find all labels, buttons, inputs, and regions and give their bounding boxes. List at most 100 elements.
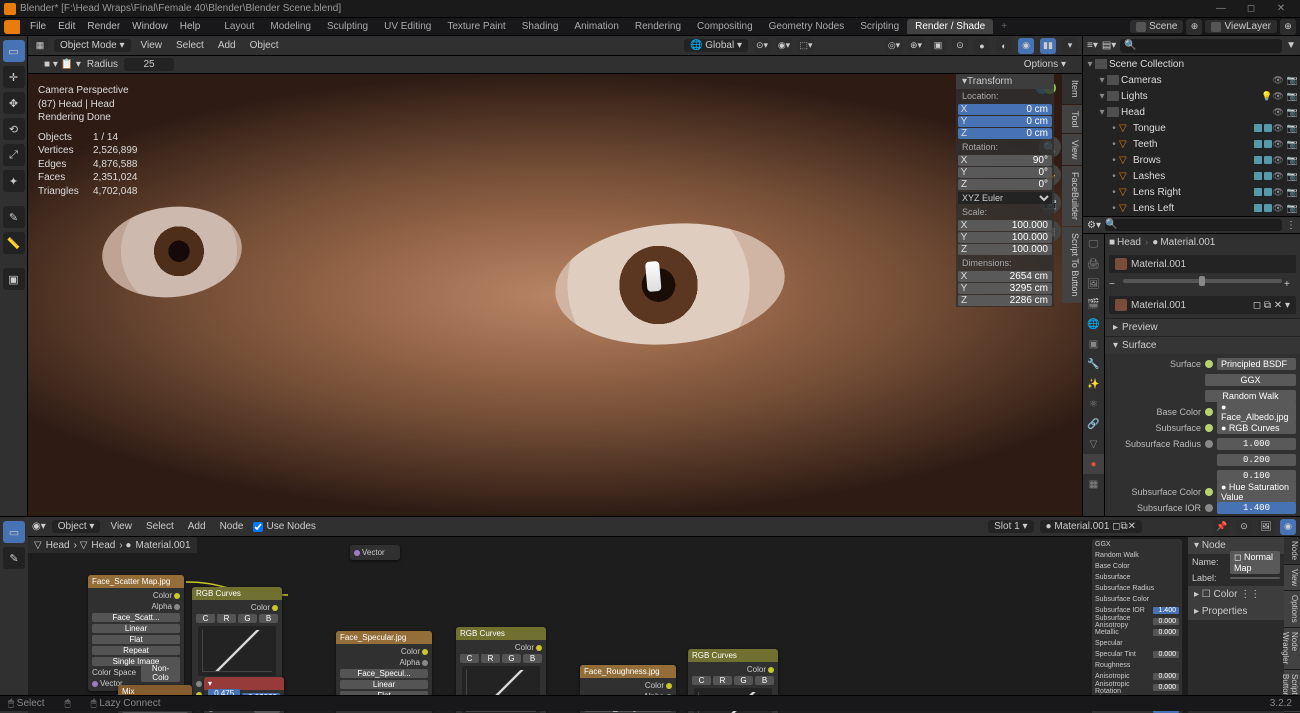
snap-node-icon[interactable]: ⊙ [1236, 519, 1252, 535]
ptab-modifiers[interactable]: 🔧 [1083, 354, 1104, 374]
mode-selector[interactable]: Object Mode ▾ [54, 39, 131, 52]
editor-type-icon[interactable]: ▦ [32, 38, 48, 54]
tool-scale[interactable]: ⤢ [3, 144, 25, 166]
tab-active[interactable]: Render / Shade [907, 19, 993, 34]
outliner-item[interactable]: •▽Lens Left👁📷 [1083, 200, 1300, 216]
tool-annotate[interactable]: ✎ [3, 206, 25, 228]
node-graph[interactable]: Vector Face_Scatter Map.jpg Color Alpha … [28, 537, 1188, 713]
rotation-mode[interactable]: XYZ Euler [958, 192, 1052, 204]
pivot-icon[interactable]: ⬚▾ [798, 38, 814, 54]
node-scatter-image[interactable]: Face_Scatter Map.jpg Color Alpha Face_Sc… [88, 575, 184, 691]
tool-rotate[interactable]: ⟲ [3, 118, 25, 140]
outliner-editor-icon[interactable]: ≡▾ [1087, 40, 1098, 51]
dim-x[interactable]: X2654 cm [958, 271, 1052, 282]
scene-new-icon[interactable]: ⊕ [1186, 19, 1202, 35]
node-tool-annotate[interactable]: ✎ [3, 547, 25, 569]
viewlayer-selector[interactable]: ViewLayer [1205, 20, 1277, 33]
outliner-item[interactable]: ▾Cameras👁📷 [1083, 72, 1300, 88]
node-tool-select[interactable]: ▭ [3, 521, 25, 543]
tool-measure[interactable]: 📏 [3, 232, 25, 254]
tool-addcube[interactable]: ▣ [3, 268, 25, 290]
window-maximize[interactable]: ◻ [1236, 3, 1266, 14]
node-editor[interactable]: ▭ ✎ ◉▾ Object ▾ View Select Add Node Use… [0, 516, 1300, 713]
outliner-item[interactable]: ▾Head👁📷 [1083, 104, 1300, 120]
scale-x[interactable]: X100.000 [958, 220, 1052, 231]
tab-layout[interactable]: Layout [216, 19, 262, 34]
outliner-item[interactable]: ▾Lights💡👁📷 [1083, 88, 1300, 104]
menu-help[interactable]: Help [174, 21, 207, 32]
vp-menu-object[interactable]: Object [246, 40, 283, 51]
tab-uv[interactable]: UV Editing [376, 19, 439, 34]
ptab-object[interactable]: ▣ [1083, 334, 1104, 354]
prop-row[interactable]: Base Color● Face_Albedo.jpg [1109, 404, 1296, 420]
tool-cursor[interactable]: ✛ [3, 66, 25, 88]
outliner-display-mode[interactable]: ▤▾ [1102, 40, 1116, 51]
ntab-scriptbtn[interactable]: Script To Button [1062, 227, 1082, 302]
vp-menu-add[interactable]: Add [214, 40, 240, 51]
shading-solid-icon[interactable]: ● [974, 38, 990, 54]
props-editor-icon[interactable]: ⚙▾ [1087, 220, 1101, 231]
node-principled[interactable]: GGXRandom WalkBase ColorSubsurfaceSubsur… [1092, 539, 1182, 713]
panel-surface[interactable]: ▾ Surface [1105, 337, 1300, 354]
ntab-facebuilder[interactable]: FaceBuilder [1062, 166, 1082, 226]
loc-y[interactable]: Y0 cm [958, 116, 1052, 127]
outliner-search[interactable]: 🔍 [1120, 39, 1282, 53]
ptab-render[interactable]: 🖵 [1083, 234, 1104, 254]
node-label-field[interactable] [1230, 577, 1280, 579]
props-opts-icon[interactable]: ⋮ [1286, 220, 1296, 231]
loc-x[interactable]: X0 cm [958, 104, 1052, 115]
backdrop-icon[interactable]: 🖼 [1258, 519, 1274, 535]
ptab-world[interactable]: 🌐 [1083, 314, 1104, 334]
prop-row[interactable]: Subsurface● RGB Curves [1109, 420, 1296, 436]
node-name-field[interactable]: ◻ Normal Map [1230, 551, 1280, 574]
render-pause-icon[interactable]: ▮▮ [1040, 38, 1056, 54]
menu-edit[interactable]: Edit [52, 21, 81, 32]
ntab-tool[interactable]: Tool [1062, 105, 1082, 134]
material-name-field[interactable]: Material.001 ◻ ⧉ ✕ ▾ [1109, 296, 1296, 314]
dist-field[interactable]: GGX [1205, 374, 1296, 386]
tool-move[interactable]: ✥ [3, 92, 25, 114]
outliner-item[interactable]: •▽Lens Right👁📷 [1083, 184, 1300, 200]
shading-options-icon[interactable]: ▾ [1062, 38, 1078, 54]
pin-icon[interactable]: 📌 [1214, 519, 1230, 535]
transform-header[interactable]: Transform [967, 76, 1012, 87]
ptab-scene[interactable]: 🎬 [1083, 294, 1104, 314]
ptab-data[interactable]: ▽ [1083, 434, 1104, 454]
menu-file[interactable]: File [24, 21, 52, 32]
overlay-node-icon[interactable]: ◉ [1280, 519, 1296, 535]
ptab-texture[interactable]: ▦ [1083, 474, 1104, 494]
node-editor-type-icon[interactable]: ◉▾ [32, 521, 46, 532]
tab-sculpt[interactable]: Sculpting [319, 19, 376, 34]
window-close[interactable]: ✕ [1266, 3, 1296, 14]
ntab-item[interactable]: Item [1062, 74, 1082, 104]
tab-comp[interactable]: Compositing [689, 19, 761, 34]
node-material-field[interactable]: ● Material.001 ◻⧉✕ [1040, 520, 1142, 533]
rot-y[interactable]: Y0° [958, 167, 1052, 178]
ptab-material[interactable]: ● [1083, 454, 1104, 474]
outliner-filter-icon[interactable]: ▼ [1286, 40, 1296, 51]
shading-matprev-icon[interactable]: ◐ [996, 38, 1012, 54]
use-nodes-checkbox[interactable]: Use Nodes [253, 521, 315, 532]
node-menu-select[interactable]: Select [142, 521, 178, 532]
ptab-particles[interactable]: ✨ [1083, 374, 1104, 394]
tab-script[interactable]: Scripting [852, 19, 907, 34]
menu-render[interactable]: Render [81, 21, 126, 32]
node-vector[interactable]: Vector [350, 545, 400, 560]
tab-anim[interactable]: Animation [566, 19, 626, 34]
ptab-viewlayer[interactable]: 🖼 [1083, 274, 1104, 294]
outliner-item[interactable]: •▽Lashes👁📷 [1083, 168, 1300, 184]
scale-y[interactable]: Y100.000 [958, 232, 1052, 243]
options-dropdown[interactable]: Options ▾ [1024, 59, 1066, 70]
outliner-root[interactable]: ▾ Scene Collection [1083, 56, 1300, 72]
tool-transform[interactable]: ✦ [3, 170, 25, 192]
ptab-output[interactable]: 🖨 [1083, 254, 1104, 274]
outliner-item[interactable]: •▽Teeth👁📷 [1083, 136, 1300, 152]
tool-select-box[interactable]: ▭ [3, 40, 25, 62]
dim-z[interactable]: Z2286 cm [958, 295, 1052, 306]
outliner-item[interactable]: •▽Tongue👁📷 [1083, 120, 1300, 136]
tab-texpaint[interactable]: Texture Paint [439, 19, 513, 34]
node-menu-add[interactable]: Add [184, 521, 210, 532]
rot-x[interactable]: X90° [958, 155, 1052, 166]
scene-selector[interactable]: Scene [1130, 20, 1183, 33]
shading-rendered-icon[interactable]: ◉ [1018, 38, 1034, 54]
